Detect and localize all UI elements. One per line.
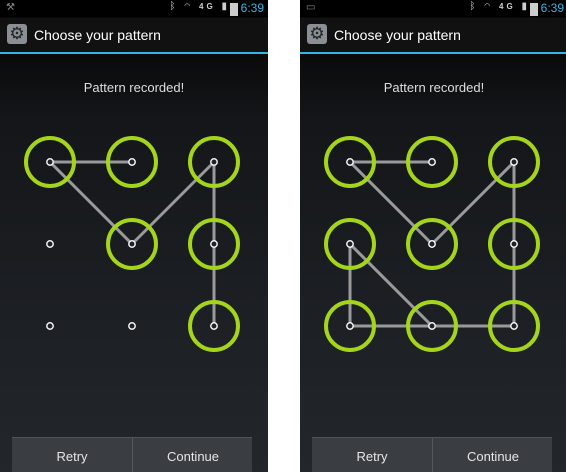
pattern-line	[130, 160, 216, 246]
status-bar: ⚒ ᛒ ◠ 4G ▮ 6:39	[0, 0, 268, 17]
wifi-icon: ◠	[484, 1, 494, 12]
status-icons: ᛒ ◠ 4G ▮	[169, 1, 230, 12]
pattern-line	[48, 160, 134, 246]
pattern-status-text: Pattern recorded!	[383, 80, 485, 95]
settings-gear-icon: ⚙	[307, 24, 327, 44]
pattern-dot-7[interactable]	[346, 322, 354, 330]
pattern-dot-1[interactable]	[46, 158, 54, 166]
pattern-dot-5[interactable]	[428, 240, 436, 248]
bluetooth-icon: ᛒ	[469, 1, 479, 12]
page-title: Choose your pattern	[34, 27, 161, 43]
network-type-label: 4G	[199, 2, 216, 11]
pattern-dot-6[interactable]	[510, 240, 518, 248]
pattern-grid[interactable]	[300, 120, 566, 380]
pattern-dot-3[interactable]	[210, 158, 218, 166]
pattern-dot-3[interactable]	[510, 158, 518, 166]
pattern-line	[430, 160, 516, 246]
pattern-dot-9[interactable]	[510, 322, 518, 330]
pattern-dot-5[interactable]	[128, 240, 136, 248]
pattern-dot-1[interactable]	[346, 158, 354, 166]
pattern-dot-2[interactable]	[428, 158, 436, 166]
pattern-dot-8[interactable]	[128, 322, 136, 330]
pattern-dot-4[interactable]	[46, 240, 54, 248]
continue-button[interactable]: Continue	[432, 438, 553, 472]
pattern-grid[interactable]	[0, 120, 268, 380]
pattern-dot-4[interactable]	[346, 240, 354, 248]
settings-gear-icon: ⚙	[7, 24, 27, 44]
clock: 6:39	[240, 1, 264, 15]
signal-icon: ▮	[221, 1, 230, 12]
gallery-notification-icon: ▭	[306, 2, 316, 13]
action-bar: ⚙ Choose your pattern	[300, 18, 566, 54]
pattern-status-text: Pattern recorded!	[83, 80, 185, 95]
retry-button[interactable]: Retry	[312, 438, 432, 472]
battery-icon	[530, 3, 538, 16]
network-type-label: 4G	[499, 2, 516, 11]
pattern-dot-7[interactable]	[46, 322, 54, 330]
bluetooth-icon: ᛒ	[169, 1, 179, 12]
retry-button[interactable]: Retry	[12, 438, 132, 472]
page-title: Choose your pattern	[334, 27, 461, 43]
pattern-dot-6[interactable]	[210, 240, 218, 248]
phone-screen-left: ⚒ ᛒ ◠ 4G ▮ 6:39 ⚙ Choose your pattern Pa…	[0, 0, 268, 472]
status-bar: ▭ ᛒ ◠ 4G ▮ 6:39	[300, 0, 566, 17]
clock: 6:39	[540, 1, 564, 15]
signal-icon: ▮	[521, 1, 530, 12]
pattern-dot-8[interactable]	[428, 322, 436, 330]
continue-button[interactable]: Continue	[132, 438, 253, 472]
button-bar: Retry Continue	[312, 437, 552, 472]
wifi-icon: ◠	[184, 1, 194, 12]
pattern-dot-2[interactable]	[128, 158, 136, 166]
pattern-dot-9[interactable]	[210, 322, 218, 330]
pattern-line	[348, 160, 434, 246]
status-icons: ᛒ ◠ 4G ▮	[469, 1, 530, 12]
battery-icon	[230, 3, 238, 16]
usb-debug-icon: ⚒	[6, 2, 15, 13]
button-bar: Retry Continue	[12, 437, 252, 472]
action-bar: ⚙ Choose your pattern	[0, 18, 268, 54]
phone-screen-right: ▭ ᛒ ◠ 4G ▮ 6:39 ⚙ Choose your pattern Pa…	[300, 0, 566, 472]
pattern-line	[348, 242, 434, 328]
